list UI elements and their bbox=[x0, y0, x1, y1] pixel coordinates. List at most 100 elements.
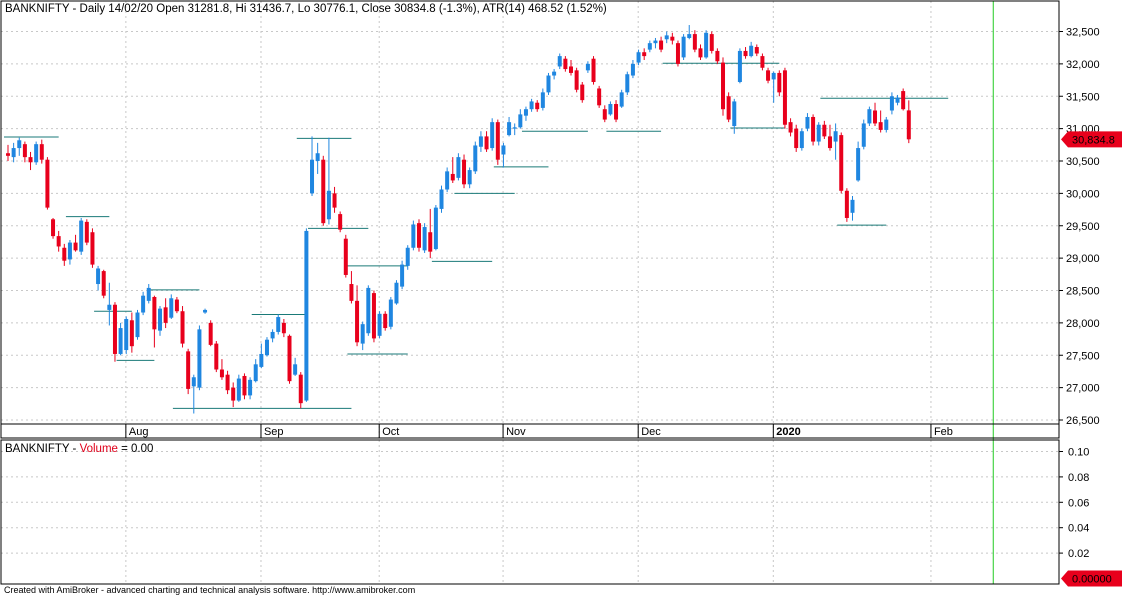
candle-up bbox=[422, 223, 427, 253]
candle-down bbox=[416, 219, 421, 252]
candle-body bbox=[388, 299, 393, 327]
price-tick-label: 27,500 bbox=[1066, 350, 1100, 362]
candle-body bbox=[574, 70, 579, 90]
volume-tick-label: 0.02 bbox=[1068, 548, 1089, 560]
month-label: 2020 bbox=[776, 426, 800, 438]
candle-body bbox=[416, 223, 421, 248]
candle-body bbox=[293, 364, 298, 375]
candle-body bbox=[636, 52, 641, 63]
candle-body bbox=[62, 247, 67, 261]
candle-down bbox=[777, 70, 782, 97]
volume-header-symbol: BANKNIFTY - bbox=[5, 443, 77, 455]
candle-body bbox=[625, 74, 630, 93]
candle-down bbox=[101, 269, 106, 299]
candle-down bbox=[180, 306, 185, 348]
candle-body bbox=[659, 40, 664, 50]
candle-body bbox=[771, 72, 776, 80]
candle-body bbox=[642, 52, 647, 57]
candle-body bbox=[563, 58, 568, 70]
last-price-marker: 30,834.8 bbox=[1061, 131, 1122, 148]
candle-body bbox=[670, 36, 675, 41]
candle-body bbox=[467, 170, 472, 185]
candle-body bbox=[546, 75, 551, 93]
month-label: Nov bbox=[506, 426, 526, 438]
candle-body bbox=[34, 144, 39, 163]
candle-up bbox=[490, 118, 495, 151]
price-tick-label: 27,000 bbox=[1066, 383, 1100, 395]
candle-body bbox=[850, 199, 855, 213]
candle-body bbox=[355, 300, 360, 343]
candle-body bbox=[614, 104, 619, 120]
candle-body bbox=[552, 71, 557, 76]
volume-header: BANKNIFTY - Volume = 0.00 bbox=[5, 443, 153, 455]
candle-up bbox=[394, 280, 399, 305]
candle-body bbox=[349, 284, 354, 301]
candle-down bbox=[794, 124, 799, 152]
chart-canvas: 26,500 27,000 27,500 28,000 28,500 29,000 29,5… bbox=[0, 0, 1122, 599]
candle-body bbox=[901, 91, 906, 110]
candle-body bbox=[287, 335, 292, 382]
candle-down bbox=[721, 57, 726, 116]
candle-down bbox=[242, 373, 247, 400]
candle-down bbox=[45, 157, 50, 210]
candle-down bbox=[782, 67, 787, 129]
candle-body bbox=[816, 124, 821, 142]
candle-body bbox=[163, 307, 168, 323]
candle-body bbox=[591, 58, 596, 83]
candle-body bbox=[135, 312, 140, 338]
candle-body bbox=[619, 92, 624, 107]
candle-body bbox=[231, 387, 236, 401]
candle-body bbox=[889, 96, 894, 111]
candle-down bbox=[338, 211, 343, 233]
candle-up bbox=[377, 311, 382, 339]
candle-body bbox=[298, 374, 303, 404]
price-tick-label: 32,000 bbox=[1066, 59, 1100, 71]
candle-body bbox=[107, 304, 112, 310]
candle-body bbox=[180, 311, 185, 344]
price-tick-label: 28,000 bbox=[1066, 318, 1100, 330]
candle-up bbox=[681, 34, 686, 60]
candle-up bbox=[34, 141, 39, 165]
candle-up bbox=[704, 30, 709, 59]
candle-body bbox=[450, 173, 455, 181]
candle-down bbox=[214, 341, 219, 373]
candle-body bbox=[174, 299, 179, 312]
candle-up bbox=[400, 260, 405, 290]
price-tick-label: 31,500 bbox=[1066, 91, 1100, 103]
candle-body bbox=[777, 72, 782, 93]
candle-body bbox=[73, 242, 78, 251]
candle-up bbox=[276, 314, 281, 335]
candle-body bbox=[79, 220, 84, 252]
candle-down bbox=[371, 290, 376, 343]
candle-body bbox=[490, 122, 495, 149]
candle-body bbox=[788, 122, 793, 133]
candle-body bbox=[473, 145, 478, 172]
candle-body bbox=[698, 48, 703, 58]
candle-body bbox=[276, 317, 281, 332]
candle-body bbox=[687, 34, 692, 38]
candle-body bbox=[45, 159, 50, 208]
candle-body bbox=[129, 320, 134, 347]
candle-body bbox=[799, 131, 804, 149]
candle-up bbox=[304, 228, 309, 402]
price-tick-label: 28,500 bbox=[1066, 286, 1100, 298]
candle-body bbox=[523, 109, 528, 116]
candle-up bbox=[625, 71, 630, 95]
candle-body bbox=[749, 45, 754, 57]
candle-down bbox=[591, 56, 596, 85]
candle-body bbox=[501, 145, 506, 155]
candle-body bbox=[225, 374, 230, 391]
candle-body bbox=[782, 70, 787, 125]
candle-down bbox=[51, 217, 56, 239]
candle-down bbox=[839, 132, 844, 194]
candle-up bbox=[264, 337, 269, 357]
month-label: Oct bbox=[382, 426, 399, 438]
candle-body bbox=[343, 238, 348, 275]
candle-body bbox=[428, 232, 433, 252]
candle-up bbox=[867, 106, 872, 127]
candle-body bbox=[585, 63, 590, 71]
candle-body bbox=[56, 236, 61, 247]
candle-body bbox=[236, 378, 241, 401]
candle-body bbox=[726, 96, 731, 120]
candle-body bbox=[411, 224, 416, 248]
